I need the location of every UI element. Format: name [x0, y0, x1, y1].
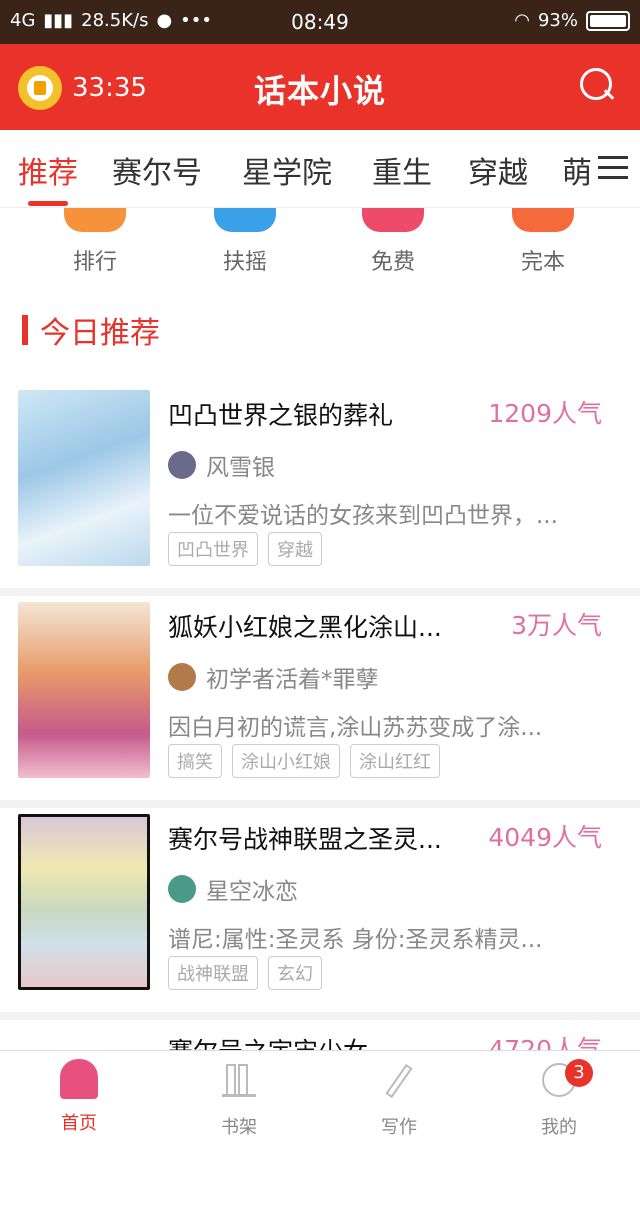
wifi-icon: ◠ — [514, 10, 530, 31]
author-name: 星空冰恋 — [206, 879, 298, 905]
tab-rebirth[interactable]: 重生 — [372, 148, 432, 192]
book-cover — [18, 602, 150, 778]
battery-icon — [586, 10, 630, 31]
book-author: 风雪银 — [168, 448, 275, 482]
nav-bookshelf[interactable]: 书架 — [194, 1059, 284, 1139]
book-tag[interactable]: 搞笑 — [168, 744, 222, 778]
profile-icon: 3 — [539, 1059, 593, 1107]
quick-link-finished[interactable]: 完本 — [498, 208, 588, 276]
book-popularity: 3万人气 — [511, 611, 602, 640]
notification-badge: 3 — [565, 1059, 593, 1087]
category-tabs: 推荐 赛尔号 星学院 重生 穿越 萌 — [0, 130, 640, 208]
app-title: 话本小说 — [253, 72, 386, 110]
quick-link-rank[interactable]: 排行 — [50, 208, 140, 276]
nav-home[interactable]: 首页 — [34, 1059, 124, 1135]
nav-label: 写作 — [381, 1117, 417, 1138]
quick-link-label: 扶摇 — [222, 250, 267, 275]
nav-label: 书架 — [221, 1117, 257, 1138]
nav-profile[interactable]: 3 我的 — [514, 1059, 604, 1139]
rank-icon — [64, 208, 126, 232]
book-author: 星空冰恋 — [168, 872, 298, 906]
author-name: 初学者活着*罪孽 — [206, 667, 379, 693]
book-description: 谱尼:属性:圣灵系 身份:圣灵系精灵... — [168, 927, 543, 953]
battery-label: 93% — [537, 10, 578, 31]
book-title: 凹凸世界之银的葬礼 — [168, 401, 394, 430]
bottom-nav: 首页 书架 写作 3 我的 — [0, 1050, 640, 1138]
book-tag[interactable]: 涂山小红娘 — [232, 744, 340, 778]
status-bar: 4G ▮▮▮ 28.5K/s ● ••• 08:49 ◠ 93% — [0, 0, 640, 44]
section-accent-bar — [22, 315, 28, 345]
author-name: 风雪银 — [206, 455, 275, 481]
free-icon — [362, 208, 424, 232]
book-cover — [18, 814, 150, 990]
book-popularity: 4049人气 — [488, 823, 602, 852]
quick-link-label: 排行 — [72, 250, 117, 275]
book-popularity: 1209人气 — [488, 399, 602, 428]
book-item[interactable]: 赛尔号战神联盟之圣灵... 4049人气 星空冰恋 谱尼:属性:圣灵系 身份:圣… — [0, 808, 640, 1020]
pen-icon — [379, 1063, 419, 1107]
author-avatar — [168, 663, 196, 691]
search-icon[interactable] — [580, 68, 618, 106]
quick-link-free[interactable]: 免费 — [348, 208, 438, 276]
bookshelf-icon — [219, 1063, 259, 1107]
quick-link-fuyao[interactable]: 扶摇 — [200, 208, 290, 276]
book-tag[interactable]: 凹凸世界 — [168, 532, 258, 566]
section-title: 今日推荐 — [40, 316, 160, 351]
tab-star-academy[interactable]: 星学院 — [242, 148, 332, 192]
book-title: 赛尔号战神联盟之圣灵... — [168, 825, 442, 854]
tab-recommend[interactable]: 推荐 — [18, 148, 78, 192]
author-avatar — [168, 875, 196, 903]
book-description: 因白月初的谎言,涂山苏苏变成了涂... — [168, 715, 543, 741]
quick-link-label: 免费 — [370, 250, 415, 275]
menu-icon[interactable] — [598, 156, 628, 180]
book-title: 狐妖小红娘之黑化涂山... — [168, 613, 442, 642]
book-author: 初学者活着*罪孽 — [168, 660, 379, 694]
tab-cute[interactable]: 萌 — [562, 148, 594, 192]
book-tag[interactable]: 涂山红红 — [350, 744, 440, 778]
app-header: 33:35 话本小说 — [0, 44, 640, 130]
book-item[interactable]: 凹凸世界之银的葬礼 1209人气 风雪银 一位不爱说话的女孩来到凹凸世界，...… — [0, 384, 640, 596]
author-avatar — [168, 451, 196, 479]
book-item[interactable]: 狐妖小红娘之黑化涂山... 3万人气 初学者活着*罪孽 因白月初的谎言,涂山苏苏… — [0, 596, 640, 808]
book-tag[interactable]: 穿越 — [268, 532, 322, 566]
book-tag[interactable]: 玄幻 — [268, 956, 322, 990]
status-right: ◠ 93% — [514, 10, 630, 31]
book-tags: 战神联盟 玄幻 — [168, 956, 322, 990]
fuyao-icon — [214, 208, 276, 232]
section-header: 今日推荐 — [22, 310, 160, 351]
home-icon — [59, 1059, 99, 1103]
nav-label: 我的 — [541, 1117, 577, 1138]
active-tab-indicator — [28, 201, 68, 206]
finished-icon — [512, 208, 574, 232]
nav-label: 首页 — [61, 1113, 97, 1134]
tab-time-travel[interactable]: 穿越 — [468, 148, 528, 192]
tab-seer[interactable]: 赛尔号 — [112, 148, 202, 192]
book-tags: 搞笑 涂山小红娘 涂山红红 — [168, 744, 440, 778]
nav-write[interactable]: 写作 — [354, 1059, 444, 1139]
quick-links: 排行 扶摇 免费 完本 — [0, 208, 640, 284]
book-tags: 凹凸世界 穿越 — [168, 532, 322, 566]
book-cover — [18, 390, 150, 566]
book-description: 一位不爱说话的女孩来到凹凸世界，... — [168, 503, 558, 529]
quick-link-label: 完本 — [520, 250, 565, 275]
book-tag[interactable]: 战神联盟 — [168, 956, 258, 990]
